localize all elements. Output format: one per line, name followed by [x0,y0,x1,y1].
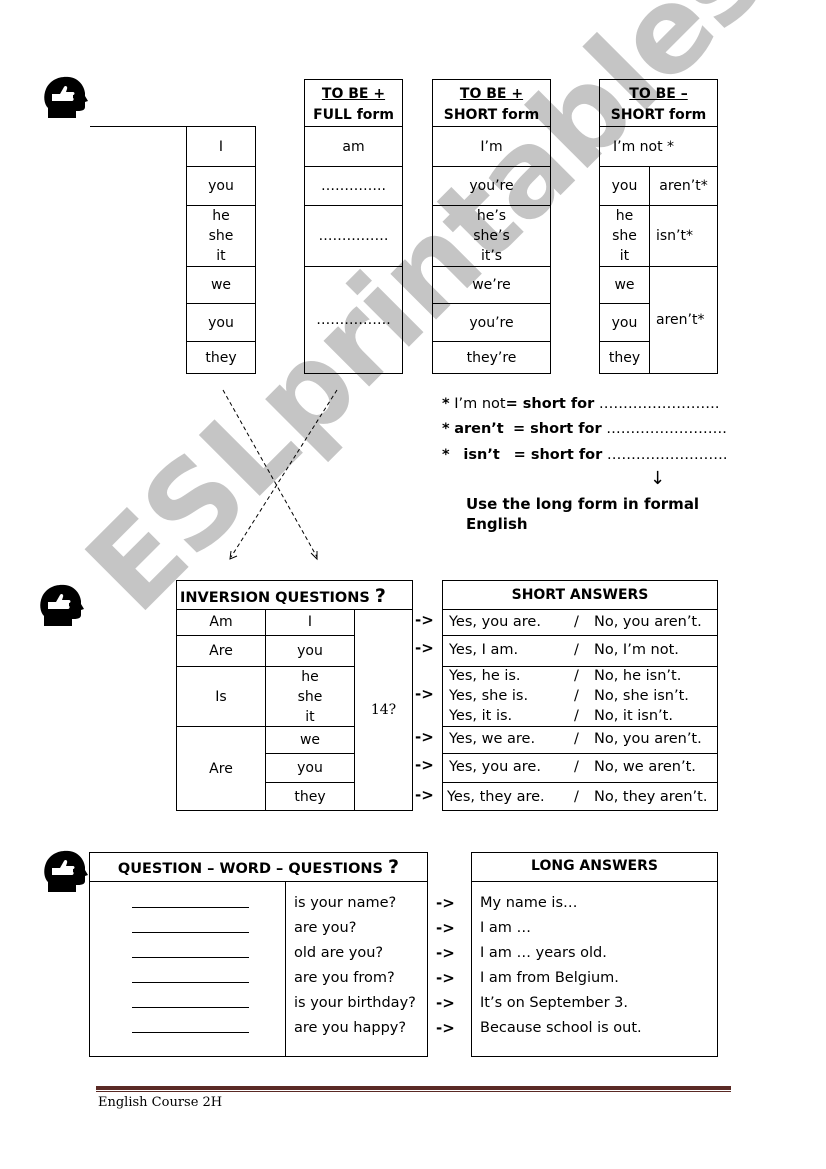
long-answer-item: I am … [480,920,532,936]
arrow-icon: -> [415,728,434,746]
negative-pronoun: you [611,314,638,331]
arrow-icon: -> [436,994,455,1012]
down-arrow-icon: ↓ [650,468,666,489]
pronoun-table: I you he she it we you they [186,126,256,374]
full-form-blank[interactable]: ……………. [305,267,402,373]
inversion-subject: you [297,643,323,659]
negative-form-header: TO BE – SHORT form [610,86,707,123]
arrow-icon: -> [436,919,455,937]
short-form-cell: you’re [469,314,514,331]
pronoun-cell: I [218,138,224,155]
thinking-head-icon [44,76,88,118]
arrow-icon: -> [436,894,455,912]
full-form-table: TO BE + FULL form am ………….. …………… ……………. [304,79,403,374]
footer-text: English Course 2H [98,1095,223,1110]
long-answers-title: LONG ANSWERS [531,858,658,874]
note-line: * aren’t = short for ……………………. [442,421,727,437]
note-blank[interactable]: ……………………. [599,396,720,412]
long-answer-item: My name is… [480,895,578,911]
short-form-cell: they’re [466,349,517,366]
question-word-blank[interactable] [132,907,249,908]
short-form-header: TO BE + SHORT form [443,86,540,123]
arrow-icon: -> [436,1019,455,1037]
note-line: * I’m not= short for ……………………. [442,396,720,412]
arrow-icon: -> [415,639,434,657]
long-answer-item: I am … years old. [480,945,607,961]
short-form-table: TO BE + SHORT form I’m you’re he’s she’s… [432,79,551,374]
arrow-icon: -> [415,685,434,703]
negative-verb: aren’t* [656,312,705,328]
dashed-arrow-line [222,389,318,558]
footer-rule [96,1086,731,1090]
inversion-title: INVERSION QUESTIONS ? [180,585,386,607]
arrow-icon: -> [415,756,434,774]
question-word-blank[interactable] [132,1007,249,1008]
inversion-subject: I [307,614,313,630]
crossing-arrows [222,389,338,561]
short-answers-title: SHORT ANSWERS [511,587,649,603]
long-answer-item: Because school is out. [480,1020,642,1036]
thinking-head-icon [40,584,84,626]
question-word-item: old are you? [294,945,384,961]
question-word-blank[interactable] [132,982,249,983]
inversion-subject: you [297,760,323,776]
inversion-subject: we [299,732,321,748]
negative-verb: aren’t* [659,178,708,194]
negative-pronoun: you [611,178,638,194]
thinking-head-icon [44,850,88,892]
long-answer-item: It’s on September 3. [480,995,628,1011]
note-line: * isn’t = short for ……………………. [442,447,728,463]
short-answers-table: SHORT ANSWERS Yes, you are. / No, you aren… [442,580,718,811]
short-form-cell: he’s she’s it’s [473,208,510,264]
dashed-arrow-line [230,389,338,558]
note-blank[interactable]: ……………………. [607,447,728,463]
arrow-icon: -> [415,611,434,629]
inversion-verb: Are [209,643,233,659]
inversion-age: 14? [370,702,397,718]
arrow-icon: -> [436,944,455,962]
pronoun-cell: you [208,314,234,331]
negative-verb: isn’t* [656,228,693,244]
full-form-header: TO BE + FULL form [313,86,394,123]
long-answer-item: I am from Belgium. [480,970,619,986]
inversion-verb: Are [209,760,233,777]
question-word-item: are you happy? [294,1020,407,1036]
pronoun-cell: they [205,349,237,366]
inversion-verb: Is [215,688,227,705]
arrow-icon: -> [436,969,455,987]
long-answers-table: LONG ANSWERS My name is… I am … I am … y… [471,852,718,1057]
question-word-item: are you from? [294,970,395,986]
full-form-cell: am [342,138,365,155]
inversion-verb: Am [209,614,233,630]
question-word-table: QUESTION – WORD – QUESTIONS ? is your na… [89,852,428,1057]
negative-pronoun: we [614,277,635,293]
inversion-table: INVERSION QUESTIONS ? Am I Are you Is he… [176,580,413,811]
remark: Use the long form in formal English [466,495,700,533]
question-word-blank[interactable] [132,932,249,933]
pronoun-cell: you [208,178,234,194]
pronoun-cell: he she it [208,208,234,264]
inversion-subject: they [294,788,326,805]
question-word-item: are you? [294,920,357,936]
negative-im-not: I’m not * [613,138,675,155]
question-word-blank[interactable] [132,1032,249,1033]
question-word-item: is your name? [294,895,397,911]
full-form-blank[interactable]: ………….. [305,167,402,205]
pronoun-cell: we [210,277,232,293]
question-word-blank[interactable] [132,957,249,958]
question-word-item: is your birthday? [294,995,416,1011]
short-form-cell: you’re [469,178,514,194]
negative-pronoun: he she it [612,208,637,264]
inversion-subject: he she it [297,668,323,725]
short-form-cell: we’re [472,277,511,293]
negative-pronoun: they [608,349,641,366]
note-blank[interactable]: ……………………. [606,421,727,437]
footer-rule-thin [96,1091,731,1092]
short-form-cell: I’m [480,138,503,155]
arrow-icon: -> [415,786,434,804]
negative-form-table: TO BE – SHORT form I’m not * you aren’t*… [599,79,718,374]
full-form-blank[interactable]: …………… [305,206,402,266]
